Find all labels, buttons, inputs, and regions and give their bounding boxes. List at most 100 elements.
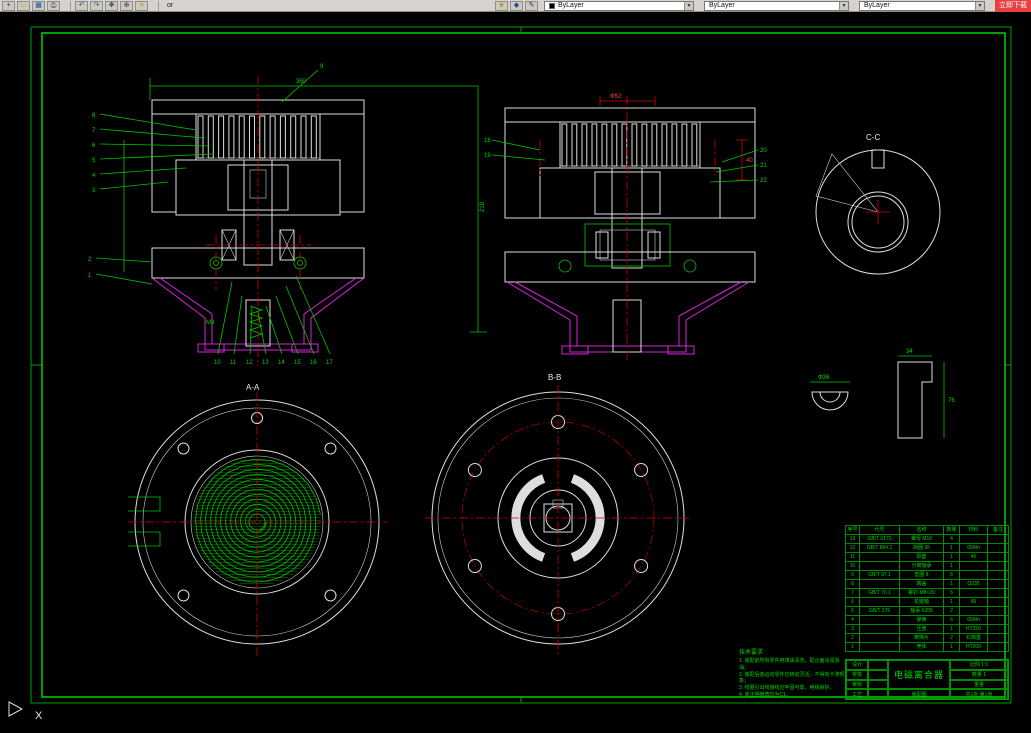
parts-table-row: 13 GB/T 6170 螺母 M10 4 bbox=[845, 534, 1009, 544]
parts-table-row: 6 花键轴 1 45 bbox=[845, 597, 1009, 607]
parts-table-row: 9 GB/T 97.1 垫圈 8 6 bbox=[845, 570, 1009, 580]
svg-text:15: 15 bbox=[294, 360, 301, 366]
signature-cell bbox=[868, 679, 888, 690]
svg-text:11: 11 bbox=[230, 360, 237, 366]
view-c-section: C-C bbox=[815, 133, 941, 275]
parts-table-row: 8 端盖 1 Q235 bbox=[845, 579, 1009, 589]
view-a-section: A-A bbox=[128, 383, 388, 658]
parts-table-header: 序号 代号 名称 数量 材料 备注 bbox=[845, 525, 1009, 535]
signature-cell bbox=[868, 669, 888, 680]
svg-text:9: 9 bbox=[320, 64, 324, 70]
parts-table-row: 5 GB/T 276 轴承 6205 2 bbox=[845, 606, 1009, 616]
svg-text:21: 21 bbox=[760, 163, 767, 169]
signature-cell bbox=[868, 689, 888, 699]
title-block: 设计 电磁离合器 比例 1:1 校核 数量 1 审核 重量 工艺 装配图 共1张… bbox=[845, 659, 1009, 700]
toolbar-icon[interactable]: ≡ bbox=[135, 0, 148, 11]
dimension-label: 34 bbox=[906, 349, 913, 355]
dimension-label: 40 bbox=[746, 158, 753, 164]
linetype-control-dropdown[interactable]: ByLayer ▼ bbox=[704, 0, 849, 11]
technical-notes: 技术要求 1. 装配前所有零件用煤油清洗，配合面涂润滑油； 2. 装配后各运动零件… bbox=[739, 649, 847, 699]
chevron-down-icon[interactable]: ▼ bbox=[839, 1, 848, 10]
dimension-label: 218 bbox=[480, 201, 486, 212]
top-toolbar: + ▭ ▦ ⎙ ↶ ↷ ✥ ⊕ ≡ or ★ ◆ ✎ ByLayer ▼ ByLayer ▼ By… bbox=[0, 0, 1031, 12]
leader-lines bbox=[491, 139, 759, 183]
part-callouts: 21 bbox=[88, 257, 92, 279]
edit-icon-group: ↶ ↷ ✥ ⊕ ≡ bbox=[75, 0, 148, 11]
toolbar-icon[interactable]: ✎ bbox=[525, 0, 538, 11]
toolbar-icon[interactable]: ★ bbox=[495, 0, 508, 11]
dimension-label: Φ36 bbox=[818, 375, 830, 381]
chevron-down-icon[interactable]: ▼ bbox=[975, 1, 984, 10]
view-b-section: B-B bbox=[425, 373, 692, 655]
leader-lines bbox=[95, 69, 331, 355]
ucs-icon: X bbox=[8, 701, 43, 722]
view-detail-profile: 34 76 bbox=[897, 349, 955, 439]
toolbar-separator bbox=[70, 0, 71, 11]
svg-text:12: 12 bbox=[246, 360, 253, 366]
toolbar-icon[interactable]: ◆ bbox=[510, 0, 523, 11]
svg-text:10: 10 bbox=[214, 360, 221, 366]
svg-text:7: 7 bbox=[92, 128, 96, 134]
part-callouts: 10 11 12 13 14 15 16 17 bbox=[214, 360, 333, 366]
toolbar-icon[interactable]: ↶ bbox=[75, 0, 88, 11]
note-line: 1. 装配前所有零件用煤油清洗，配合面涂润滑油； bbox=[739, 658, 840, 671]
dimension-label: Φ52 bbox=[610, 94, 622, 100]
svg-text:2: 2 bbox=[88, 257, 92, 263]
toolbar-cropped-label: or bbox=[167, 2, 174, 9]
svg-text:14: 14 bbox=[278, 360, 285, 366]
parts-table-row: 12 GB/T 894.1 挡圈 35 1 65Mn bbox=[845, 543, 1009, 553]
title-block-field: 数量 1 bbox=[950, 669, 1008, 680]
notes-title: 技术要求 bbox=[739, 650, 764, 656]
svg-text:19: 19 bbox=[484, 153, 491, 159]
linetype-control-value: ByLayer bbox=[709, 1, 735, 9]
color-swatch-icon bbox=[549, 2, 555, 9]
svg-text:5: 5 bbox=[92, 158, 96, 164]
doc-type: 装配图 bbox=[888, 689, 950, 699]
parts-table-row: 4 弹簧 6 65Mn bbox=[845, 615, 1009, 625]
toolbar-icon[interactable]: ▦ bbox=[32, 0, 45, 11]
lineweight-control-value: ByLayer bbox=[864, 1, 890, 9]
part-callouts: 9 bbox=[320, 64, 324, 70]
svg-text:16: 16 bbox=[310, 360, 317, 366]
parts-table-row: 3 压盘 1 HT250 bbox=[845, 624, 1009, 634]
svg-text:6: 6 bbox=[92, 143, 96, 149]
fin-stack bbox=[197, 115, 317, 159]
section-label: C-C bbox=[866, 133, 880, 142]
toolbar-icon[interactable]: ⎙ bbox=[47, 0, 60, 11]
note-line: 2. 装配后各运动零件应转动灵活，不得有卡滞现象； bbox=[739, 671, 845, 685]
svg-text:20: 20 bbox=[760, 148, 767, 154]
svg-text:X: X bbox=[35, 710, 43, 722]
toolbar-icon[interactable]: ✥ bbox=[105, 0, 118, 11]
part-callouts: 20 21 22 bbox=[760, 148, 767, 184]
toolbar-separator bbox=[158, 0, 159, 11]
parts-table-row: 10 分离轴承 1 bbox=[845, 561, 1009, 571]
chevron-down-icon[interactable]: ▼ bbox=[684, 1, 693, 10]
title-block-field: 审核 bbox=[846, 679, 868, 690]
thread-label: M8 bbox=[206, 320, 215, 326]
parts-table: 序号 代号 名称 数量 材料 备注 13 GB/T 6170 螺母 M10 4 12… bbox=[845, 525, 1009, 652]
section-label: B-B bbox=[548, 373, 561, 382]
toolbar-icon[interactable]: ⊕ bbox=[120, 0, 133, 11]
svg-text:8: 8 bbox=[92, 113, 96, 119]
toolbar-icon[interactable]: ↷ bbox=[90, 0, 103, 11]
toolbar-icon[interactable]: ▭ bbox=[17, 0, 30, 11]
svg-text:1: 1 bbox=[88, 273, 92, 279]
signature-cell bbox=[868, 660, 888, 670]
lineweight-control-dropdown[interactable]: ByLayer ▼ bbox=[859, 0, 985, 11]
view1-main-section: 350 218 M8 876543 21 9 10 11 12 13 14 15… bbox=[88, 64, 487, 366]
parts-table-row: 1 壳体 1 HT200 bbox=[845, 642, 1009, 652]
color-control-value: ByLayer bbox=[558, 1, 584, 9]
note-line: 3. 线圈引出线接线应牢固可靠，绝缘良好； bbox=[739, 685, 835, 692]
color-control-dropdown[interactable]: ByLayer ▼ bbox=[544, 0, 694, 11]
promo-button[interactable]: 立即下载 bbox=[995, 0, 1031, 12]
svg-text:4: 4 bbox=[92, 173, 96, 179]
view2-section: Φ52 40 1819 202122 bbox=[484, 94, 767, 362]
part-callouts: 1819 bbox=[484, 138, 491, 159]
notes-lines: 1. 装配前所有零件用煤油清洗，配合面涂润滑油； 2. 装配后各运动零件应转动灵活… bbox=[739, 658, 847, 699]
svg-text:18: 18 bbox=[484, 138, 491, 144]
title-block-field: 设计 bbox=[846, 660, 868, 670]
toolbar-icon[interactable]: + bbox=[2, 0, 15, 11]
svg-text:17: 17 bbox=[326, 360, 333, 366]
part-callouts: 8 7 6 5 4 3 bbox=[92, 113, 96, 194]
svg-text:3: 3 bbox=[92, 188, 96, 194]
